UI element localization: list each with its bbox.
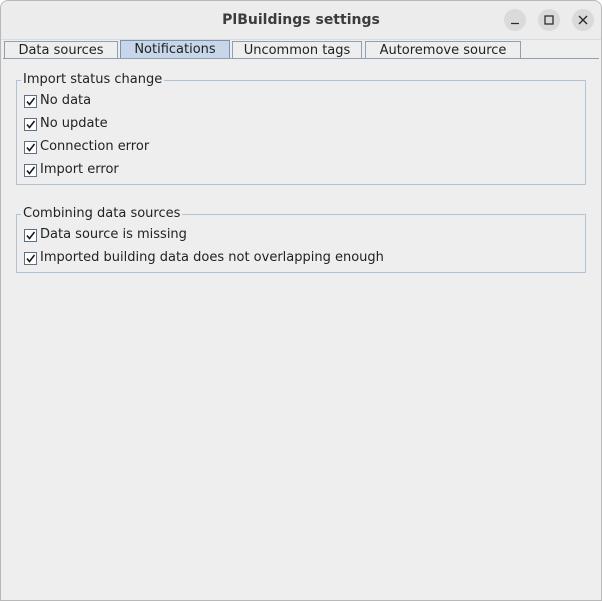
close-icon <box>578 15 588 25</box>
checkmark-icon <box>26 97 36 106</box>
tab-notifications[interactable]: Notifications <box>120 40 230 59</box>
checkbox-box[interactable] <box>24 118 37 131</box>
checkmark-icon <box>26 166 36 175</box>
checkbox-label: No data <box>40 93 92 108</box>
group-import-status-change: Import status change No data No update C… <box>16 72 586 185</box>
close-button[interactable] <box>572 9 594 31</box>
group-combining-data-sources: Combining data sources Data source is mi… <box>16 206 586 273</box>
checkbox-label: No update <box>40 116 108 131</box>
maximize-button[interactable] <box>538 9 560 31</box>
tab-data-sources[interactable]: Data sources <box>4 41 118 58</box>
tab-uncommon-tags[interactable]: Uncommon tags <box>232 41 362 58</box>
minimize-button[interactable] <box>504 9 526 31</box>
settings-window: PlBuildings settings Data sources Notifi… <box>0 0 602 601</box>
group-title-import-status-change: Import status change <box>21 72 165 88</box>
checkbox-box[interactable] <box>24 164 37 177</box>
title-bar[interactable]: PlBuildings settings <box>1 1 601 40</box>
checkbox-box[interactable] <box>24 95 37 108</box>
group-title-combining-data-sources: Combining data sources <box>21 206 183 222</box>
checkbox-label: Connection error <box>40 139 150 154</box>
checkbox-box[interactable] <box>24 229 37 242</box>
tab-autoremove-source[interactable]: Autoremove source <box>365 41 521 58</box>
checkbox-label: Data source is missing <box>40 227 187 242</box>
checkmark-icon <box>26 231 36 240</box>
checkbox-label: Imported building data does not overlapp… <box>40 250 384 265</box>
checkmark-icon <box>26 120 36 129</box>
minimize-icon <box>511 22 519 25</box>
checkbox-box[interactable] <box>24 252 37 265</box>
checkmark-icon <box>26 254 36 263</box>
checkbox-label: Import error <box>40 162 119 177</box>
checkmark-icon <box>26 143 36 152</box>
notifications-panel: Import status change No data No update C… <box>1 59 601 600</box>
maximize-icon <box>544 15 554 25</box>
checkbox-box[interactable] <box>24 141 37 154</box>
